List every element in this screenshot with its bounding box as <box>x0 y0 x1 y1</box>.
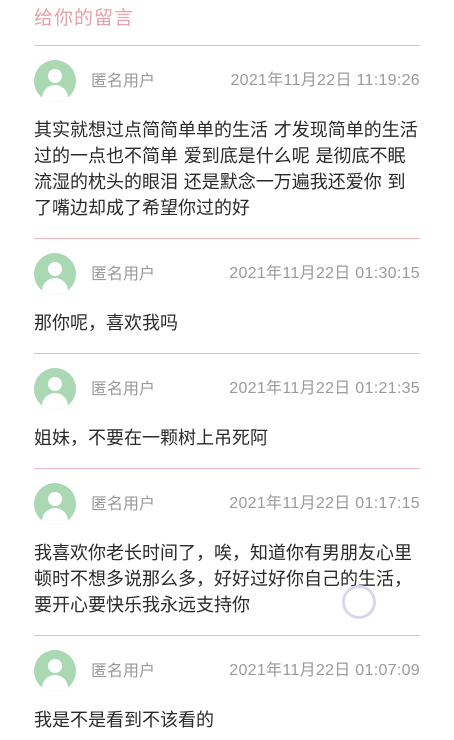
message-time: 2021年11月22日 11:19:26 <box>230 72 420 89</box>
message-text: 那你呢，喜欢我吗 <box>34 313 178 334</box>
message-item: 匿名用户 2021年11月22日 01:07:09 我是不是看到不该看的 <box>34 636 420 740</box>
user-avatar-icon <box>34 650 76 692</box>
message-username: 匿名用户 <box>91 494 156 513</box>
message-text: 我是不是看到不该看的 <box>34 710 214 731</box>
message-meta: 匿名用户 2021年11月22日 01:30:15 <box>34 239 420 311</box>
message-text: 其实就想过点简简单单的生活 才发现简单的生活过的一点也不简单 爱到底是什么呢 是… <box>34 120 418 219</box>
message-meta: 匿名用户 2021年11月22日 01:17:15 <box>34 469 420 541</box>
user-avatar-icon <box>34 60 76 102</box>
user-avatar-icon <box>34 368 76 410</box>
user-avatar-icon <box>34 483 76 525</box>
message-username: 匿名用户 <box>91 264 156 283</box>
message-time: 2021年11月22日 01:17:15 <box>229 495 420 512</box>
message-item: 匿名用户 2021年11月22日 11:19:26 其实就想过点简简单单的生活 … <box>34 46 420 239</box>
message-time: 2021年11月22日 01:07:09 <box>229 662 420 679</box>
page-header: 给你的留言 <box>34 0 420 46</box>
message-meta: 匿名用户 2021年11月22日 11:19:26 <box>34 46 420 118</box>
message-username: 匿名用户 <box>91 71 156 90</box>
message-time: 2021年11月22日 01:30:15 <box>229 265 420 282</box>
message-meta: 匿名用户 2021年11月22日 01:21:35 <box>34 354 420 426</box>
message-item: 匿名用户 2021年11月22日 01:21:35 姐妹，不要在一颗树上吊死阿 <box>34 354 420 469</box>
user-avatar-icon <box>34 253 76 295</box>
message-list: 匿名用户 2021年11月22日 11:19:26 其实就想过点简简单单的生活 … <box>34 46 420 740</box>
message-page: 给你的留言 匿名用户 2021年11月22日 11:19:26 其实就想过点简简… <box>0 0 454 740</box>
message-meta: 匿名用户 2021年11月22日 01:07:09 <box>34 636 420 708</box>
floating-assist-button[interactable] <box>342 585 376 619</box>
message-text: 姐妹，不要在一颗树上吊死阿 <box>34 428 268 449</box>
message-username: 匿名用户 <box>91 661 156 680</box>
message-time: 2021年11月22日 01:21:35 <box>229 380 420 397</box>
page-title: 给你的留言 <box>34 7 135 29</box>
message-item: 匿名用户 2021年11月22日 01:30:15 那你呢，喜欢我吗 <box>34 239 420 354</box>
message-username: 匿名用户 <box>91 379 156 398</box>
